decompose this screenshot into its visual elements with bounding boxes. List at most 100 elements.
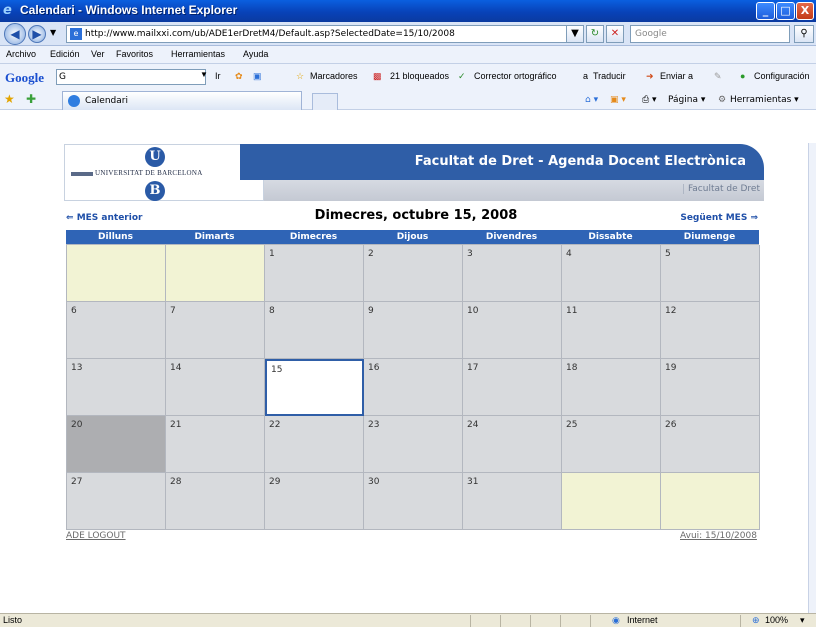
day-number: 30 [368,477,380,487]
faculty-link[interactable]: Facultat de Dret [682,184,760,194]
tab-calendari[interactable]: Calendari [62,91,302,110]
popup-blocked-button[interactable]: 21 bloqueados [390,71,449,81]
day-number: 27 [71,477,83,487]
spellcheck-button[interactable]: Corrector ortográfico [474,71,557,81]
settings-button[interactable]: Configuración [754,71,810,81]
google-search-dropdown-icon[interactable]: ▼ [200,70,208,79]
day-number: 31 [467,477,479,487]
today-link[interactable]: Avui: 15/10/2008 [680,531,757,541]
calendar-day-cell[interactable]: 19 [661,359,760,416]
tools-menu-button[interactable]: Herramientas ▾ [730,95,799,105]
calendar-day-cell[interactable]: 12 [661,302,760,359]
google-search-input[interactable]: G [56,69,206,85]
calendar-day-cell[interactable]: 26 [661,416,760,473]
calendar-day-cell[interactable]: 30 [364,473,463,530]
feeds-icon[interactable]: ▣ ▾ [610,95,626,105]
calendar-day-cell[interactable]: 5 [661,245,760,302]
menu-bar: Archivo Edición Ver Favoritos Herramient… [0,46,816,64]
calendar-day-cell[interactable]: 21 [166,416,265,473]
refresh-icon[interactable]: ↻ [586,25,604,43]
calendar: Dilluns Dimarts Dimecres Dijous Divendre… [66,230,760,530]
prev-month-label: MES anterior [76,213,143,223]
calendar-day-cell[interactable]: 31 [463,473,562,530]
calendar-day-cell[interactable]: 9 [364,302,463,359]
zone-label: Internet [627,615,658,625]
day-number: 19 [665,363,677,373]
tools-gear-icon: ⚙ [718,95,727,105]
minimize-button[interactable]: _ [756,2,775,20]
menu-herramientas[interactable]: Herramientas [171,49,225,59]
zoom-level[interactable]: 100% [765,615,788,625]
back-button[interactable]: ◀ [4,23,26,45]
calendar-day-cell[interactable]: 16 [364,359,463,416]
calendar-day-cell[interactable]: 22 [265,416,364,473]
translate-button[interactable]: Traducir [593,71,626,81]
url-input[interactable]: e http://www.mailxxi.com/ub/ADE1erDretM4… [66,25,576,43]
history-dropdown-icon[interactable]: ▼ [50,28,56,37]
status-bar: Listo ◉ Internet ⊕ 100% ▾ [0,613,816,627]
calendar-day-cell[interactable]: 11 [562,302,661,359]
calendar-day-cell[interactable]: 2 [364,245,463,302]
day-number: 24 [467,420,479,430]
month-nav: Dimecres, octubre 15, 2008 ⇐ MES anterio… [66,208,766,228]
url-dropdown-icon[interactable]: ▼ [566,25,584,43]
popup-blocker-icon: ▩ [373,71,382,81]
day-number: 16 [368,363,380,373]
calendar-day-cell[interactable]: 7 [166,302,265,359]
calendar-day-cell[interactable]: 23 [364,416,463,473]
day-number: 6 [71,306,77,316]
calendar-day-cell[interactable]: 27 [67,473,166,530]
menu-archivo[interactable]: Archivo [6,49,36,59]
next-month-link[interactable]: Següent MES ⇒ [680,213,758,223]
calendar-day-cell[interactable]: 17 [463,359,562,416]
forward-button[interactable]: ▶ [28,25,46,43]
calendar-day-cell[interactable]: 10 [463,302,562,359]
stop-icon[interactable]: ✕ [606,25,624,43]
home-icon[interactable]: ⌂ ▾ [585,95,598,105]
vertical-scrollbar[interactable] [808,143,816,613]
calendar-day-cell[interactable]: 20 [67,416,166,473]
search-input[interactable]: Google [630,25,790,43]
menu-ver[interactable]: Ver [91,49,105,59]
google-bookmarks-button[interactable]: Marcadores [310,71,358,81]
menu-ayuda[interactable]: Ayuda [243,49,268,59]
day-number: 20 [71,420,83,430]
print-icon[interactable]: ⎙ ▾ [642,95,657,105]
favorites-star-icon[interactable]: ★ [4,92,15,106]
prev-month-link[interactable]: ⇐ MES anterior [66,213,142,223]
calendar-day-cell[interactable]: 25 [562,416,661,473]
search-icon[interactable]: ⚲ [794,25,814,43]
calendar-day-cell[interactable]: 1 [265,245,364,302]
google-go-button[interactable]: Ir [215,71,221,81]
calendar-day-cell[interactable]: 6 [67,302,166,359]
page-menu-button[interactable]: Página ▾ [668,95,705,105]
current-date-title: Dimecres, octubre 15, 2008 [314,208,518,223]
add-favorite-icon[interactable]: ✚ [26,92,36,106]
send-to-button[interactable]: Enviar a [660,71,693,81]
banner-title: Facultat de Dret - Agenda Docent Electrò… [414,154,746,169]
ub-mark-top: U [145,147,165,167]
menu-favoritos[interactable]: Favoritos [116,49,153,59]
calendar-day-cell[interactable]: 29 [265,473,364,530]
calendar-day-cell[interactable]: 4 [562,245,661,302]
zoom-dropdown-icon[interactable]: ▾ [800,615,805,626]
google-toolbar: Google G ▼ Ir ✿ ▣ ☆ Marcadores ▩ 21 bloq… [0,64,816,110]
day-number: 14 [170,363,182,373]
menu-edicion[interactable]: Edición [50,49,80,59]
calendar-day-cell[interactable]: 28 [166,473,265,530]
google-page-icon[interactable]: ▣ [253,71,262,82]
maximize-button[interactable]: □ [776,2,795,20]
google-extras-icon[interactable]: ✿ [235,71,243,82]
banner-subbar: Facultat de Dret [264,180,764,201]
day-number: 18 [566,363,578,373]
calendar-day-cell[interactable]: 18 [562,359,661,416]
close-button[interactable]: X [796,2,814,20]
calendar-day-cell[interactable]: 8 [265,302,364,359]
calendar-day-cell[interactable]: 3 [463,245,562,302]
calendar-day-cell[interactable]: 14 [166,359,265,416]
calendar-day-cell[interactable]: 24 [463,416,562,473]
calendar-day-cell[interactable]: 15 [265,359,364,416]
calendar-day-cell[interactable]: 13 [67,359,166,416]
logout-link[interactable]: ADE LOGOUT [66,531,126,541]
new-tab-button[interactable] [312,93,338,110]
